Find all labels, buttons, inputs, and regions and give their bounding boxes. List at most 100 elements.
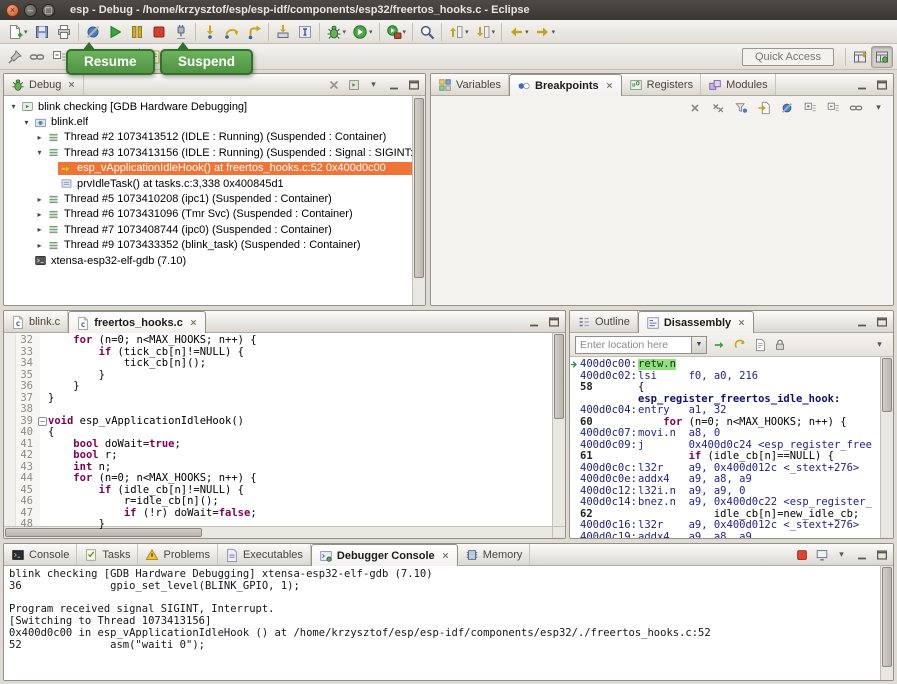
debug-tree-item[interactable]: ▸Thread #9 1073433352 (blink_task) (Susp… bbox=[4, 238, 425, 253]
external-tools-button[interactable]: ▾ bbox=[383, 21, 410, 43]
restart-button[interactable] bbox=[345, 76, 362, 93]
goto-pc-button[interactable] bbox=[711, 336, 728, 353]
disassembly-line[interactable]: 400d0c02:lsi f0, a0, 216 bbox=[570, 371, 893, 383]
tree-item-row[interactable]: prvIdleTask() at tasks.c:3,338 0x400845d… bbox=[58, 177, 425, 190]
maximize-button[interactable] bbox=[545, 313, 562, 330]
tab-disassembly[interactable]: Disassembly bbox=[638, 311, 754, 333]
tab-freertos-hooks-c[interactable]: cfreertos_hooks.c bbox=[68, 311, 206, 333]
editor-line[interactable]: 35 } bbox=[4, 370, 565, 382]
disassembly-line[interactable]: 400d0c0e:addx4 a9, a8, a9 bbox=[570, 474, 893, 486]
disassembly-line[interactable]: 60 for (n=0; n<MAX_HOOKS; n++) { bbox=[570, 417, 893, 429]
tree-item-row[interactable]: esp_vApplicationIdleHook() at freertos_h… bbox=[58, 162, 425, 175]
editor-line[interactable]: 39−void esp_vApplicationIdleHook() bbox=[4, 416, 565, 428]
maximize-button[interactable] bbox=[873, 313, 890, 330]
debug-tree-item[interactable]: esp_vApplicationIdleHook() at freertos_h… bbox=[4, 161, 425, 176]
debug-tree-item[interactable]: ▾Thread #3 1073413156 (IDLE : Running) (… bbox=[4, 145, 425, 160]
dropdown-arrow-icon[interactable]: ▾ bbox=[343, 28, 347, 36]
debug-button[interactable]: ▾ bbox=[323, 21, 350, 43]
editor-line[interactable]: 48 } bbox=[4, 519, 565, 531]
tree-item-row[interactable]: Thread #2 1073413512 (IDLE : Running) (S… bbox=[45, 131, 425, 144]
print-button[interactable] bbox=[53, 21, 75, 43]
editor-line[interactable]: 37} bbox=[4, 393, 565, 405]
tab-variables[interactable]: Variables bbox=[431, 74, 509, 95]
disassembly-line[interactable]: 400d0c04:entry a1, 32 bbox=[570, 405, 893, 417]
remove-button[interactable] bbox=[686, 99, 703, 116]
back-button[interactable]: ▾ bbox=[505, 21, 532, 43]
disassembly-line[interactable]: 400d0c16:l32r a9, 0x400d012c <_stext+276… bbox=[570, 520, 893, 532]
step-return-button[interactable] bbox=[243, 21, 265, 43]
skip-all-button[interactable] bbox=[778, 99, 795, 116]
dropdown-arrow-icon[interactable]: ▾ bbox=[465, 28, 469, 36]
editor-line[interactable]: 38 bbox=[4, 404, 565, 416]
remove-all-button[interactable] bbox=[709, 99, 726, 116]
tab-outline[interactable]: Outline bbox=[570, 311, 638, 332]
minimize-button[interactable] bbox=[853, 546, 870, 563]
debug-tree-item[interactable]: ▾blink checking [GDB Hardware Debugging] bbox=[4, 99, 425, 114]
dropdown-arrow-icon[interactable]: ▾ bbox=[492, 28, 496, 36]
previous-annotation-button[interactable]: ▾ bbox=[445, 21, 472, 43]
save-button[interactable] bbox=[31, 21, 53, 43]
tree-expand-arrow-icon[interactable]: ▸ bbox=[34, 195, 45, 204]
console-vertical-scrollbar[interactable] bbox=[880, 566, 893, 680]
editor-line[interactable]: 46 r=idle_cb[n](); bbox=[4, 496, 565, 508]
view-menu-button[interactable]: ▾ bbox=[871, 336, 888, 353]
new-wizard-button[interactable]: ▾ bbox=[4, 21, 31, 43]
collapse-all-button[interactable] bbox=[824, 99, 841, 116]
tab-blink-c[interactable]: cblink.c bbox=[4, 311, 68, 332]
display-console-button[interactable] bbox=[813, 546, 830, 563]
run-button[interactable]: ▾ bbox=[349, 21, 376, 43]
dropdown-arrow-icon[interactable]: ▾ bbox=[24, 28, 28, 36]
pin-editor-button[interactable] bbox=[4, 46, 26, 68]
window-maximize-button[interactable]: ▢ bbox=[42, 4, 55, 17]
quick-access-button[interactable]: Quick Access bbox=[742, 48, 834, 66]
fold-collapse-icon[interactable]: − bbox=[38, 417, 47, 426]
tab-debug[interactable]: Debug bbox=[4, 74, 84, 95]
resume-button[interactable] bbox=[104, 21, 126, 43]
disassembly-line[interactable]: 62 idle_cb[n]=new_idle_cb; bbox=[570, 509, 893, 521]
show-source-button[interactable] bbox=[751, 336, 768, 353]
minimize-button[interactable] bbox=[853, 76, 870, 93]
tab-tasks[interactable]: Tasks bbox=[77, 544, 138, 565]
link-with-editor-button[interactable] bbox=[847, 99, 864, 116]
maximize-button[interactable] bbox=[873, 546, 890, 563]
tree-item-row[interactable]: Thread #6 1073431096 (Tmr Svc) (Suspende… bbox=[45, 208, 425, 221]
drop-to-frame-button[interactable] bbox=[272, 21, 294, 43]
step-into-button[interactable] bbox=[199, 21, 221, 43]
tree-expand-arrow-icon[interactable]: ▸ bbox=[34, 241, 45, 250]
debug-tree-item[interactable]: ▾blink.elf bbox=[4, 114, 425, 129]
tree-item-row[interactable]: Thread #9 1073433352 (blink_task) (Suspe… bbox=[45, 239, 425, 252]
view-menu-button[interactable]: ▾ bbox=[870, 99, 887, 116]
show-supported-button[interactable] bbox=[732, 99, 749, 116]
disassembly-line[interactable]: 400d0c14:bnez.n a9, 0x400d0c22 <esp_regi… bbox=[570, 497, 893, 509]
disassembly-line[interactable]: 58{ bbox=[570, 382, 893, 394]
perspective-debug-button[interactable] bbox=[871, 46, 893, 68]
disassembly-line[interactable]: 400d0c19:addx4 a9, a8, a9 bbox=[570, 532, 893, 539]
location-input[interactable] bbox=[576, 337, 691, 353]
debug-tree-item[interactable]: xtensa-esp32-elf-gdb (7.10) bbox=[4, 253, 425, 268]
disassembly-line[interactable]: 400d0c09:j 0x400d0c24 <esp_register_free bbox=[570, 440, 893, 452]
debug-vertical-scrollbar[interactable] bbox=[412, 96, 425, 305]
disassembly-line[interactable]: 400d0c0c:l32r a9, 0x400d012c <_stext+276… bbox=[570, 463, 893, 475]
forward-button[interactable]: ▾ bbox=[532, 21, 559, 43]
tree-item-row[interactable]: blink.elf bbox=[32, 116, 425, 129]
tree-collapse-arrow-icon[interactable]: ▾ bbox=[8, 102, 19, 111]
next-annotation-button[interactable]: ▾ bbox=[472, 21, 499, 43]
terminate-button[interactable] bbox=[148, 21, 170, 43]
tab-executables[interactable]: Executables bbox=[218, 544, 311, 565]
editor-line[interactable]: 32 for (n=0; n<MAX_HOOKS; n++) { bbox=[4, 335, 565, 347]
link-with-editor-button[interactable] bbox=[26, 46, 48, 68]
console-output[interactable]: blink checking [GDB Hardware Debugging] … bbox=[4, 566, 893, 652]
suspend-button[interactable] bbox=[126, 21, 148, 43]
skip-all-breakpoints-button[interactable] bbox=[82, 21, 104, 43]
editor-line[interactable]: 36 } bbox=[4, 381, 565, 393]
tab-modules[interactable]: Modules bbox=[701, 74, 776, 95]
editor-content[interactable]: 32 for (n=0; n<MAX_HOOKS; n++) {33 if (t… bbox=[4, 333, 565, 538]
disassembly-line[interactable]: 61 if (idle_cb[n]==NULL) { bbox=[570, 451, 893, 463]
dropdown-arrow-icon[interactable]: ▾ bbox=[552, 28, 556, 36]
tab-close-icon[interactable] bbox=[605, 81, 614, 90]
open-perspective-button[interactable] bbox=[849, 46, 871, 68]
tab-memory[interactable]: Memory bbox=[458, 544, 531, 565]
remove-terminated-button[interactable] bbox=[325, 76, 342, 93]
window-close-button[interactable]: × bbox=[6, 4, 19, 17]
disconnect-button[interactable] bbox=[170, 21, 192, 43]
